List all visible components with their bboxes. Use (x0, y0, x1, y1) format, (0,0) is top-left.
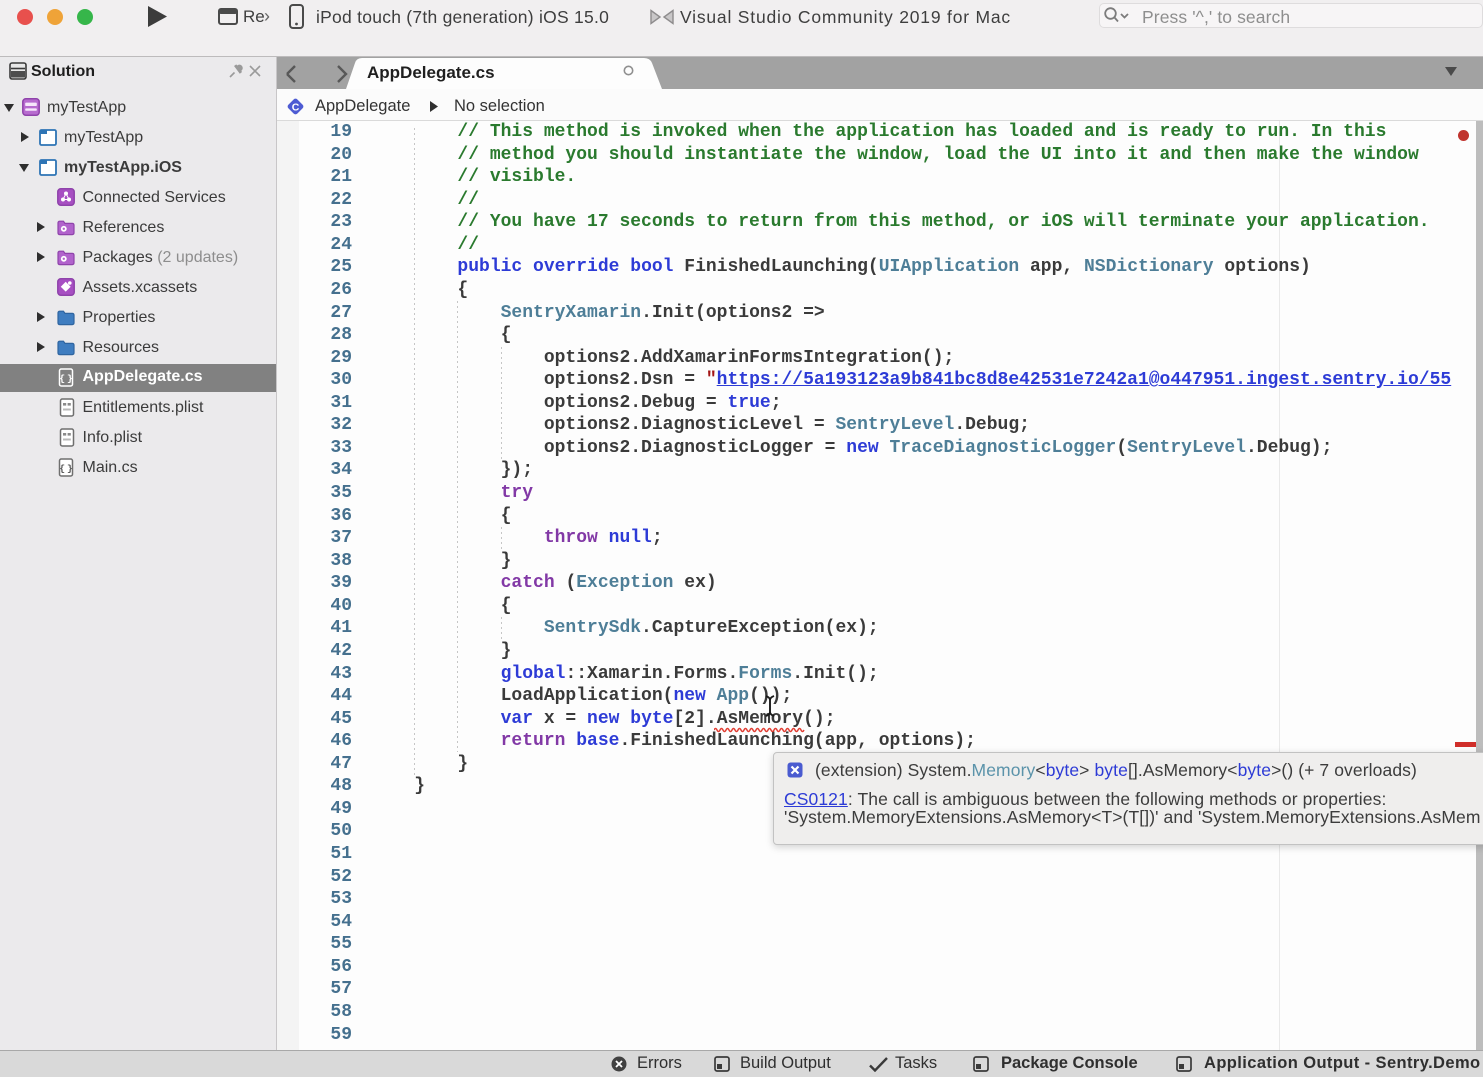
svg-text:{ }: { } (59, 463, 72, 474)
svg-text:C: C (292, 101, 300, 113)
svg-text:{ }: { } (59, 373, 72, 384)
